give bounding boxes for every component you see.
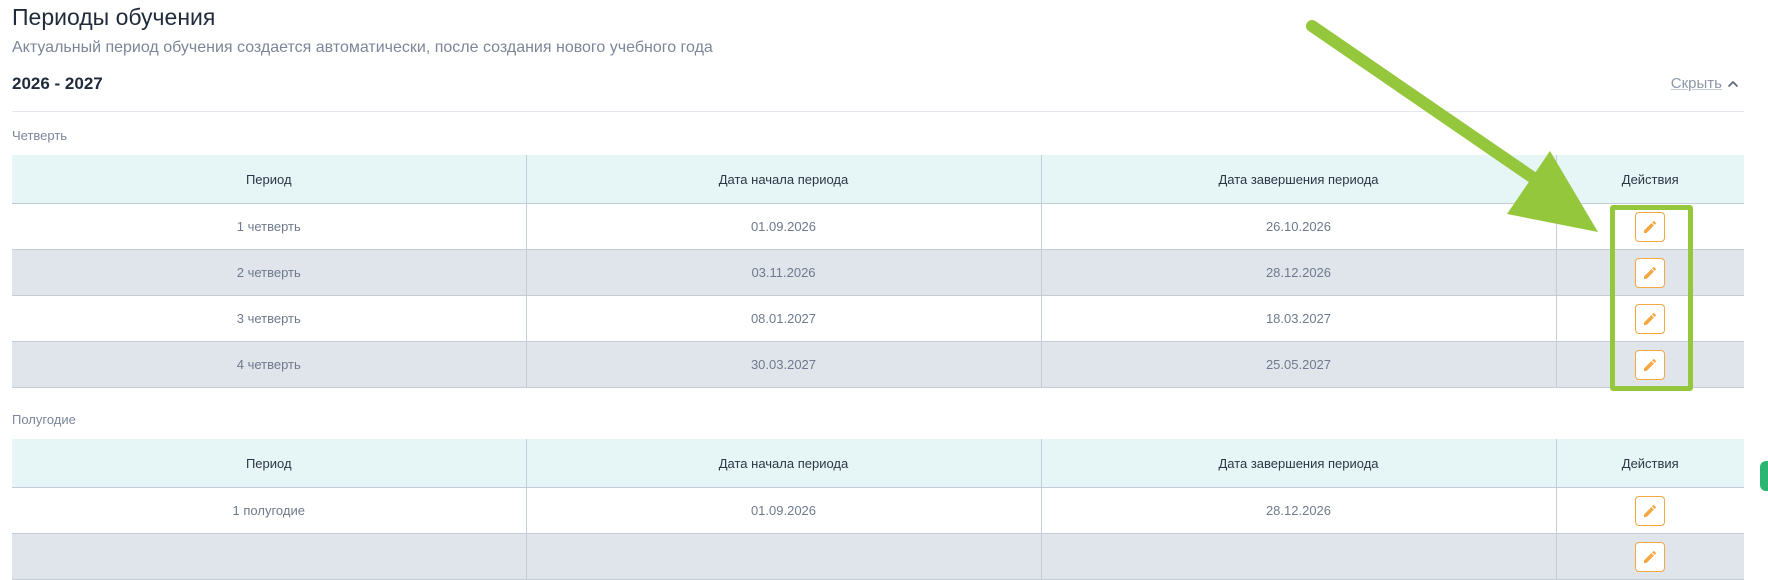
start-date-cell: 08.01.2027 — [525, 295, 1041, 342]
column-header-start: Дата начала периода — [525, 439, 1041, 488]
column-header-period: Период — [12, 155, 526, 204]
halves-table: Период Дата начала периода Дата завершен… — [12, 439, 1744, 580]
academic-year-title: 2026 - 2027 — [12, 74, 103, 93]
column-header-start: Дата начала периода — [525, 155, 1041, 204]
end-date-cell: 28.12.2026 — [1040, 487, 1556, 534]
column-header-end: Дата завершения периода — [1040, 155, 1556, 204]
pencil-icon — [1644, 266, 1657, 279]
edit-button[interactable] — [1635, 495, 1666, 526]
actions-cell — [1555, 295, 1744, 342]
table-row: 2 четверть 03.11.2026 28.12.2026 — [12, 249, 1744, 296]
actions-cell — [1555, 203, 1744, 250]
table-header-row: Период Дата начала периода Дата завершен… — [12, 439, 1744, 488]
edit-button[interactable] — [1635, 257, 1666, 288]
start-date-cell: 03.11.2026 — [525, 249, 1041, 296]
actions-cell — [1555, 487, 1744, 534]
chevron-up-icon — [1726, 77, 1740, 91]
pencil-icon — [1644, 358, 1657, 371]
edit-button[interactable] — [1635, 541, 1666, 572]
column-header-period: Период — [12, 439, 526, 488]
pencil-icon — [1644, 220, 1657, 233]
hide-button[interactable]: Скрыть — [1671, 75, 1740, 92]
end-date-cell: 26.10.2026 — [1040, 203, 1556, 250]
divider — [12, 111, 1744, 112]
edit-button[interactable] — [1635, 303, 1666, 334]
section-label-half: Полугодие — [12, 412, 76, 427]
actions-cell — [1555, 533, 1744, 580]
end-date-cell: 28.12.2026 — [1040, 249, 1556, 296]
edit-button[interactable] — [1635, 211, 1666, 242]
hide-label: Скрыть — [1670, 75, 1722, 92]
quarters-table: Период Дата начала периода Дата завершен… — [12, 155, 1744, 388]
start-date-cell: 01.09.2026 — [525, 487, 1041, 534]
table-row: 3 четверть 08.01.2027 18.03.2027 — [12, 295, 1744, 342]
actions-cell — [1555, 249, 1744, 296]
page-title: Периоды обучения — [12, 4, 216, 30]
period-cell: 3 четверть — [12, 295, 526, 342]
side-tab[interactable] — [1760, 461, 1768, 491]
end-date-cell: 25.05.2027 — [1040, 341, 1556, 388]
page-subtitle: Актуальный период обучения создается авт… — [12, 39, 713, 56]
column-header-actions: Действия — [1555, 155, 1744, 204]
actions-cell — [1555, 341, 1744, 388]
start-date-cell — [525, 533, 1041, 580]
period-cell: 2 четверть — [12, 249, 526, 296]
period-cell: 1 полугодие — [12, 487, 526, 534]
start-date-cell: 01.09.2026 — [525, 203, 1041, 250]
table-row: 1 четверть 01.09.2026 26.10.2026 — [12, 203, 1744, 250]
end-date-cell — [1040, 533, 1556, 580]
end-date-cell: 18.03.2027 — [1040, 295, 1556, 342]
pencil-icon — [1644, 312, 1657, 325]
start-date-cell: 30.03.2027 — [525, 341, 1041, 388]
period-cell: 4 четверть — [12, 341, 526, 388]
column-header-actions: Действия — [1555, 439, 1744, 488]
table-row: 4 четверть 30.03.2027 25.05.2027 — [12, 341, 1744, 388]
pencil-icon — [1644, 504, 1657, 517]
table-header-row: Период Дата начала периода Дата завершен… — [12, 155, 1744, 204]
edit-button[interactable] — [1635, 349, 1666, 380]
column-header-end: Дата завершения периода — [1040, 439, 1556, 488]
period-cell — [12, 533, 526, 580]
table-row — [12, 533, 1744, 580]
section-label-quarter: Четверть — [12, 128, 68, 143]
pencil-icon — [1644, 550, 1657, 563]
table-row: 1 полугодие 01.09.2026 28.12.2026 — [12, 487, 1744, 534]
period-cell: 1 четверть — [12, 203, 526, 250]
